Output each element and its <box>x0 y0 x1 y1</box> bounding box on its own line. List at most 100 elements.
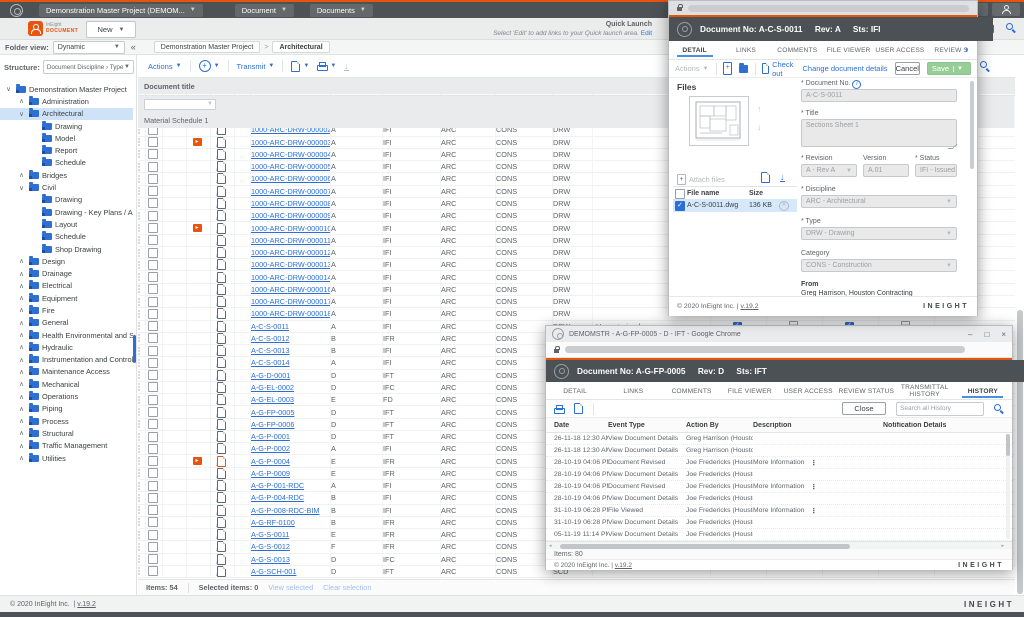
row-checkbox[interactable] <box>146 161 163 172</box>
transmit-menu[interactable]: Transmit▼ <box>237 62 275 71</box>
row-drag-handle[interactable] <box>138 212 140 220</box>
add-file-icon[interactable] <box>723 62 732 75</box>
row-checkbox[interactable] <box>146 210 163 221</box>
sidebar-tree-item[interactable]: Design <box>0 255 133 267</box>
sidebar-tree-item[interactable]: Shop Drawing <box>0 243 133 255</box>
row-checkbox[interactable] <box>146 480 163 491</box>
row-drag-handle[interactable] <box>138 224 140 232</box>
dialog-tab[interactable]: LINKS <box>720 43 771 57</box>
row-drag-handle[interactable] <box>138 236 140 244</box>
document-link[interactable]: 1000-ARC-DRW-000014 <box>251 273 331 282</box>
sidebar-tree-item[interactable]: Architectural <box>0 108 133 120</box>
sidebar-tree-item[interactable]: Bridges <box>0 169 133 181</box>
document-link[interactable]: A-C-S-0014 <box>251 358 290 367</box>
file-download-icon[interactable]: ↓ <box>217 419 226 430</box>
file-download-icon[interactable]: ↓ <box>217 529 226 540</box>
document-link[interactable]: 1000-ARC-DRW-000005 <box>251 162 331 171</box>
maximize-button[interactable]: □ <box>984 330 989 339</box>
row-drag-handle[interactable] <box>138 531 140 539</box>
file-copy-icon[interactable] <box>761 172 770 183</box>
row-drag-handle[interactable] <box>138 298 140 306</box>
sidebar-tree-item[interactable]: General <box>0 317 133 329</box>
sidebar-tree-item[interactable]: Health Environmental and Safety <box>0 329 133 341</box>
tree-chevron-icon[interactable] <box>17 356 26 364</box>
row-drag-handle[interactable] <box>138 506 140 514</box>
document-link[interactable]: 1000-ARC-DRW-000008 <box>251 199 331 208</box>
version-field[interactable]: A.01 <box>863 164 909 177</box>
file-download-icon[interactable]: ↓ <box>217 149 226 160</box>
row-checkbox[interactable] <box>146 431 163 442</box>
document-link[interactable]: 1000-ARC-DRW-000018 <box>251 309 331 318</box>
document-link[interactable]: 1000-ARC-DRW-000012 <box>251 248 331 257</box>
ineight-app-icon[interactable] <box>10 4 23 17</box>
file-download-icon[interactable]: ↓ <box>217 492 226 503</box>
file-download-icon[interactable]: ↓ <box>217 505 226 516</box>
documents-menu[interactable]: Documents▼ <box>310 4 373 17</box>
row-checkbox[interactable] <box>146 259 163 270</box>
sidebar-tree-item[interactable]: Structural <box>0 427 133 439</box>
discipline-select[interactable]: ARC - Architectural▼ <box>801 195 957 208</box>
document-link[interactable]: A-G-P-001-RDC <box>251 481 304 490</box>
save-button[interactable]: Save▼ <box>927 62 971 75</box>
window-title-bar[interactable]: DEMOMSTR - A-G-FP-0005 - D - IFT - Googl… <box>546 326 1012 342</box>
history-tab[interactable]: REVIEW STATUS <box>837 384 895 398</box>
row-checkbox[interactable] <box>146 345 163 356</box>
tree-chevron-icon[interactable] <box>17 405 26 413</box>
tree-chevron-icon[interactable] <box>17 319 26 327</box>
history-row[interactable]: 28-10-19 04:06 PM Document Revised Joe F… <box>546 457 1012 469</box>
history-horizontal-scrollbar[interactable]: ◂ ▸ <box>546 541 1012 549</box>
file-download-icon[interactable]: ↓ <box>217 554 226 565</box>
file-download-icon[interactable]: ↓ <box>217 223 226 234</box>
change-document-details-link[interactable]: Change document details <box>803 64 888 73</box>
document-link[interactable]: A-G-D-0001 <box>251 371 290 380</box>
document-link[interactable]: 1000-ARC-DRW-000006 <box>251 174 331 183</box>
sidebar-tree-item[interactable]: Model <box>0 132 133 144</box>
row-checkbox[interactable] <box>146 529 163 540</box>
row-checkbox[interactable] <box>146 222 163 233</box>
document-link[interactable]: A-G-RF-0100 <box>251 518 295 527</box>
sidebar-tree-item[interactable]: Piping <box>0 403 133 415</box>
version-link[interactable]: v.19.2 <box>740 303 758 310</box>
file-preview-thumbnail[interactable] <box>689 96 749 146</box>
document-link[interactable]: A-G-P-004-RDC <box>251 493 304 502</box>
dialog-tab[interactable]: COMMENTS <box>772 43 823 57</box>
history-tab[interactable]: TRANSMITTAL HISTORY <box>896 380 954 401</box>
sidebar-tree-item[interactable]: Operations <box>0 390 133 402</box>
tree-chevron-icon[interactable] <box>17 380 26 388</box>
type-select[interactable]: DRW - Drawing▼ <box>801 227 957 240</box>
sidebar-tree-item[interactable]: Civil <box>0 181 133 193</box>
file-download-icon[interactable]: ↓ <box>217 137 226 148</box>
history-tab[interactable]: COMMENTS <box>663 384 721 398</box>
history-tab[interactable]: LINKS <box>604 384 662 398</box>
new-button[interactable]: New▼ <box>86 21 136 38</box>
form-scrollbar[interactable] <box>970 81 974 169</box>
row-checkbox[interactable] <box>146 492 163 503</box>
tree-chevron-icon[interactable] <box>17 393 26 401</box>
tree-chevron-icon[interactable] <box>17 184 26 192</box>
row-drag-handle[interactable] <box>138 445 140 453</box>
revision-select[interactable]: A - Rev A▼ <box>801 164 857 177</box>
document-link[interactable]: 1000-ARC-DRW-000017 <box>251 297 331 306</box>
document-menu[interactable]: Document▼ <box>235 4 294 17</box>
document-link[interactable]: 1000-ARC-DRW-000010 <box>251 224 331 233</box>
file-download-icon[interactable]: ↓ <box>217 259 226 270</box>
tree-chevron-icon[interactable] <box>17 171 26 179</box>
sidebar-tree-item[interactable]: Maintenance Access <box>0 366 133 378</box>
tree-chevron-icon[interactable] <box>17 343 26 351</box>
search-icon[interactable] <box>994 404 1004 414</box>
kebab-menu-icon[interactable]: ⋮ <box>810 507 817 515</box>
dialog-tab[interactable]: USER ACCESS <box>874 43 925 57</box>
column-description[interactable]: Description <box>753 422 883 429</box>
row-checkbox[interactable] <box>146 419 163 430</box>
document-link[interactable]: A-G-EL-0002 <box>251 383 294 392</box>
folder-view-select[interactable]: Dynamic▼ <box>53 41 125 54</box>
column-event-type[interactable]: Event Type <box>608 422 686 429</box>
history-tab[interactable]: USER ACCESS <box>779 384 837 398</box>
actions-menu[interactable]: Actions▼ <box>148 62 182 71</box>
document-link[interactable]: 1000-ARC-DRW-000007 <box>251 187 331 196</box>
sidebar-tree-item[interactable]: Fire <box>0 304 133 316</box>
sidebar-tree-item[interactable]: Layout <box>0 218 133 230</box>
row-checkbox[interactable] <box>146 468 163 479</box>
document-link[interactable]: A-G-S-0011 <box>251 530 289 539</box>
document-link[interactable]: A-C-S-0013 <box>251 346 290 355</box>
